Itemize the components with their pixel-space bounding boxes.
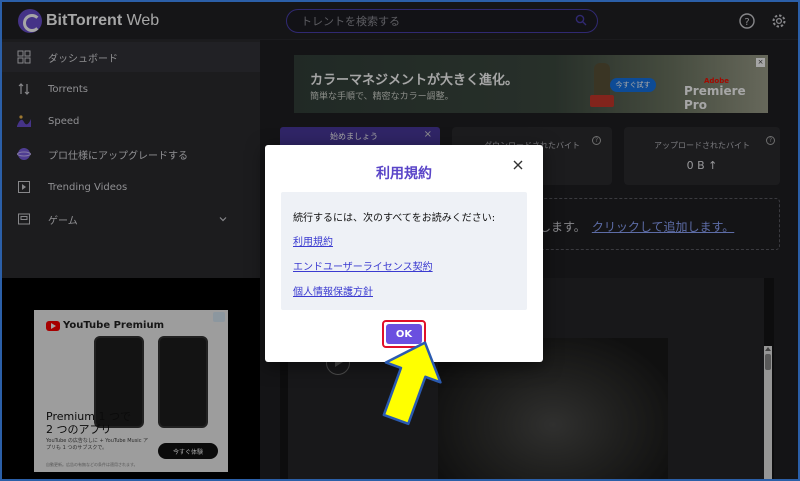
close-icon[interactable] — [511, 158, 525, 172]
eula-link[interactable]: エンドユーザーライセンス契約 — [293, 258, 433, 273]
modal-title: 利用規約 — [376, 166, 432, 182]
yellow-pointer-arrow — [382, 341, 442, 426]
terms-box: 続行するには、次のすべてをお読みください: 利用規約 エンドユーザーライセンス契… — [281, 192, 527, 310]
terms-modal: 利用規約 続行するには、次のすべてをお読みください: 利用規約 エンドユーザーラ… — [265, 145, 543, 362]
terms-intro-text: 続行するには、次のすべてをお読みください: — [293, 213, 496, 224]
app-window: BitTorrent Web ? ダッシュボード Torrents Speed … — [0, 0, 800, 481]
privacy-policy-link[interactable]: 個人情報保護方針 — [293, 283, 373, 298]
terms-of-use-link[interactable]: 利用規約 — [293, 233, 333, 248]
